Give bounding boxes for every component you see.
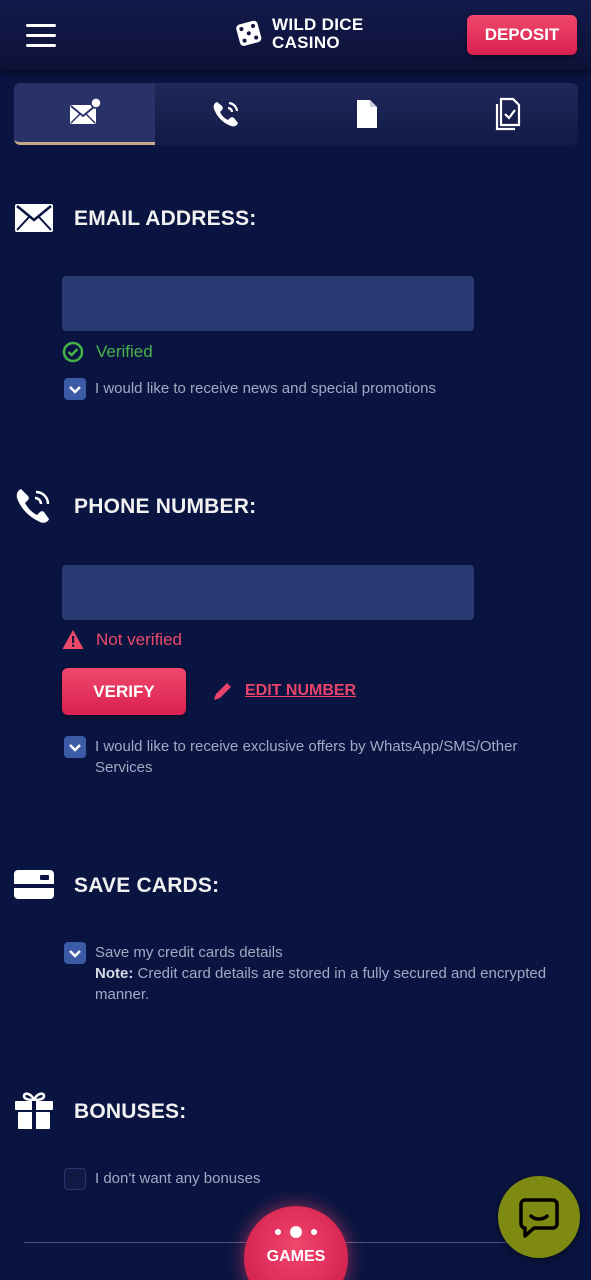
email-promo-option: I would like to receive news and special… bbox=[64, 378, 436, 400]
chevron-down-icon bbox=[69, 386, 81, 394]
save-cards-text: Save my credit cards details Note: Credi… bbox=[95, 942, 555, 1005]
dots-icon bbox=[244, 1226, 348, 1238]
header: WILD DICE CASINO DEPOSIT bbox=[0, 0, 591, 70]
chevron-down-icon bbox=[69, 744, 81, 752]
live-chat-button[interactable] bbox=[498, 1176, 580, 1258]
phone-title: PHONE NUMBER: bbox=[74, 495, 257, 518]
tab-phone[interactable] bbox=[155, 83, 296, 145]
phone-input[interactable] bbox=[62, 565, 474, 620]
envelope-icon bbox=[15, 204, 53, 232]
no-bonuses-checkbox[interactable] bbox=[64, 1168, 86, 1190]
bonuses-title: BONUSES: bbox=[74, 1100, 187, 1123]
deposit-button[interactable]: DEPOSIT bbox=[467, 15, 577, 55]
email-input[interactable] bbox=[62, 276, 474, 331]
note-label: Note: bbox=[95, 965, 134, 982]
no-bonuses-label: I don't want any bonuses bbox=[95, 1170, 261, 1187]
profile-tabs bbox=[14, 83, 578, 145]
save-cards-note: Note: Credit card details are stored in … bbox=[95, 963, 555, 1005]
games-label: GAMES bbox=[266, 1248, 326, 1265]
logo-line1: WILD DICE bbox=[272, 15, 364, 34]
phone-icon bbox=[16, 489, 50, 523]
games-button[interactable]: GAMES bbox=[244, 1206, 348, 1280]
email-promo-checkbox[interactable] bbox=[64, 378, 86, 400]
email-status: Verified bbox=[62, 341, 153, 363]
phone-offers-checkbox[interactable] bbox=[64, 736, 86, 758]
tab-email[interactable] bbox=[14, 83, 155, 145]
phone-offers-label: I would like to receive exclusive offers… bbox=[95, 738, 518, 776]
envelope-user-icon bbox=[69, 96, 102, 124]
pencil-icon bbox=[214, 683, 231, 700]
save-cards-option: Save my credit cards details Note: Credi… bbox=[64, 942, 564, 1005]
warning-icon bbox=[62, 630, 84, 649]
email-title: EMAIL ADDRESS: bbox=[74, 207, 257, 230]
save-cards-checkbox[interactable] bbox=[64, 942, 86, 964]
check-circle-icon bbox=[62, 341, 84, 363]
email-promo-label: I would like to receive news and special… bbox=[95, 380, 437, 397]
email-status-text: Verified bbox=[96, 342, 153, 361]
note-text: Credit card details are stored in a full… bbox=[95, 965, 547, 1003]
edit-number-link[interactable]: EDIT NUMBER bbox=[212, 680, 356, 702]
page: WILD DICE CASINO DEPOSIT EMAIL ADDRESS: … bbox=[0, 0, 591, 1280]
chevron-down-icon bbox=[69, 950, 81, 958]
document-check-icon bbox=[495, 97, 520, 131]
phone-offers-option: I would like to receive exclusive offers… bbox=[64, 736, 534, 778]
logo-line2: CASINO bbox=[272, 33, 340, 52]
phone-icon bbox=[213, 101, 238, 127]
save-cards-label: Save my credit cards details bbox=[95, 944, 283, 961]
chat-bubble-icon bbox=[519, 1198, 559, 1238]
verify-button[interactable]: VERIFY bbox=[62, 668, 186, 715]
tab-checklist[interactable] bbox=[437, 83, 578, 145]
gift-icon bbox=[15, 1092, 53, 1129]
tab-document[interactable] bbox=[296, 83, 437, 145]
no-bonuses-option: I don't want any bonuses bbox=[64, 1168, 260, 1190]
dice-icon bbox=[236, 20, 262, 46]
edit-number-label: EDIT NUMBER bbox=[245, 682, 357, 699]
logo[interactable]: WILD DICE CASINO bbox=[232, 14, 363, 54]
credit-card-icon bbox=[14, 870, 54, 899]
document-icon bbox=[356, 100, 377, 128]
phone-status: Not verified bbox=[62, 629, 182, 651]
phone-status-text: Not verified bbox=[96, 630, 182, 649]
menu-icon[interactable] bbox=[26, 24, 56, 48]
cards-title: SAVE CARDS: bbox=[74, 874, 220, 897]
